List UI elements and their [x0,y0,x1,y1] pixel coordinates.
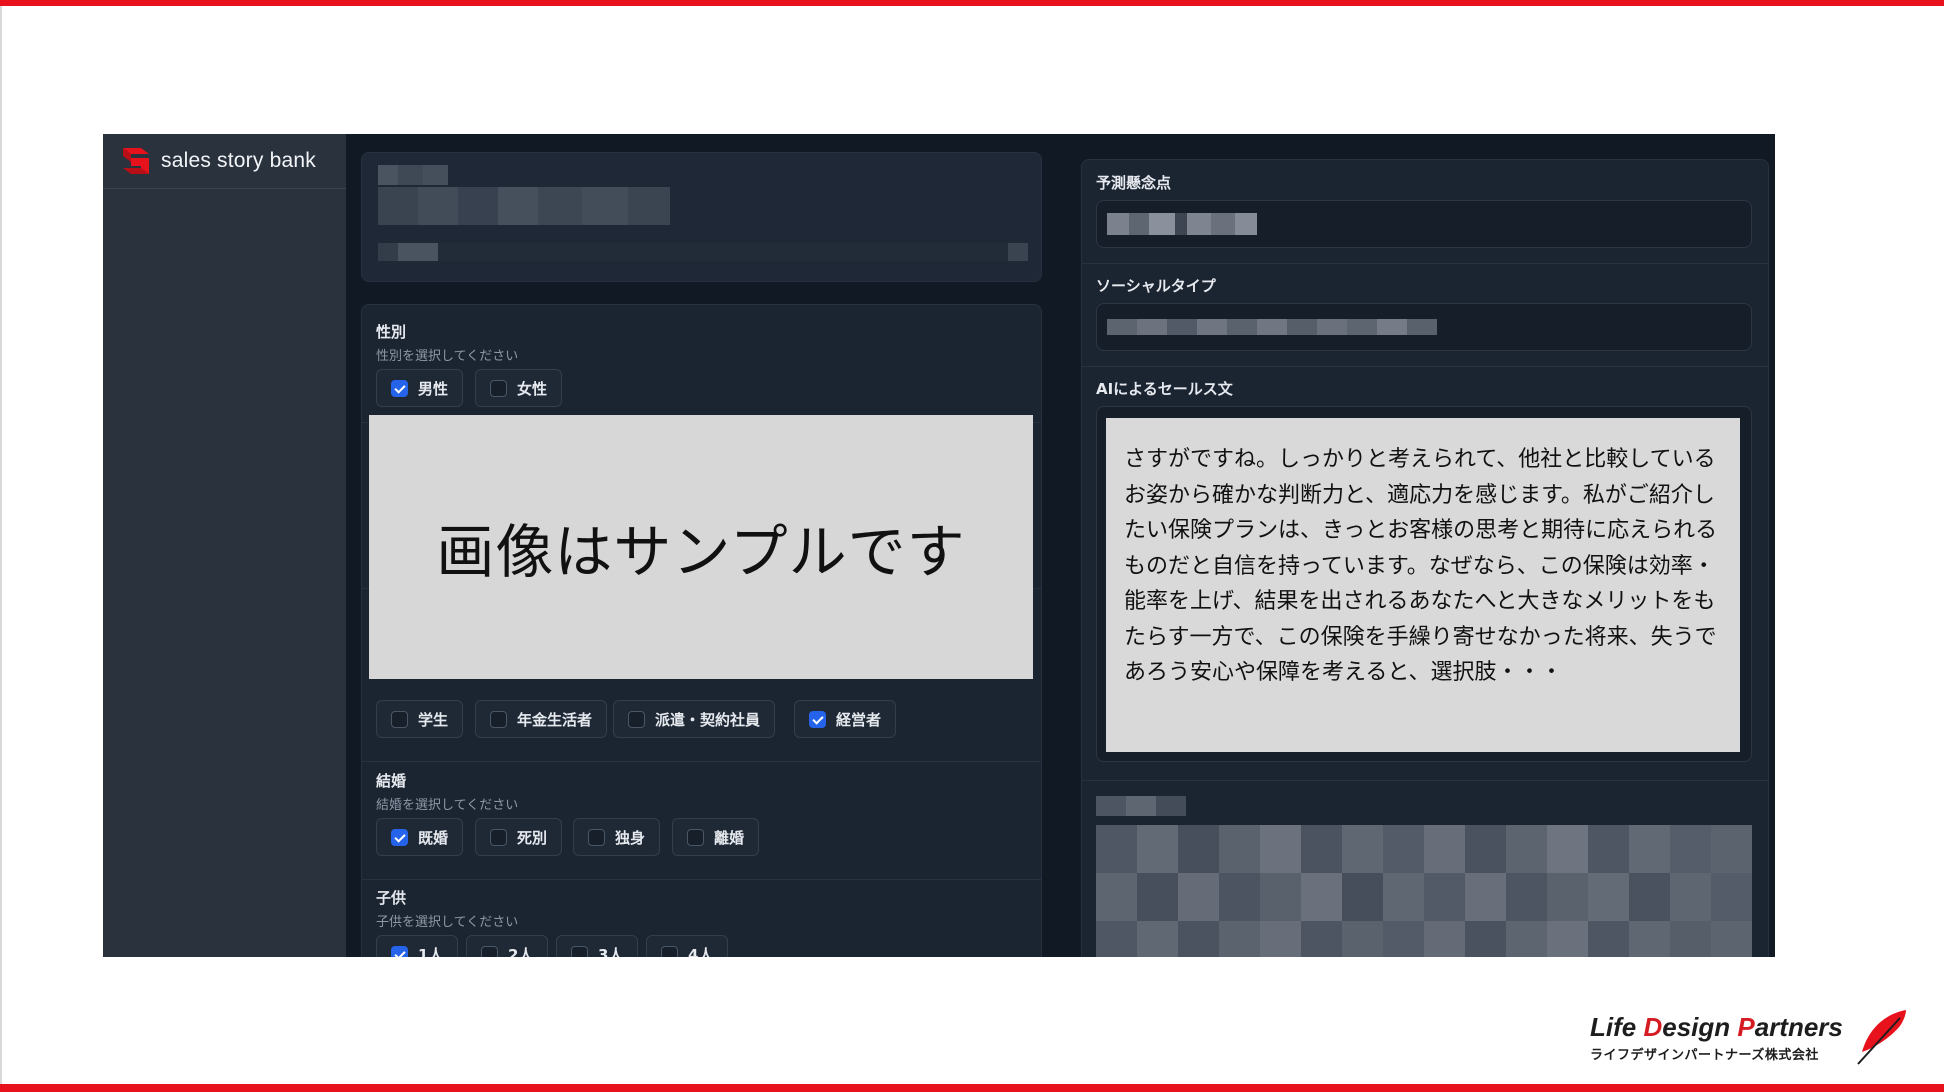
chip-label: 3人 [598,945,624,958]
sidebar: sales story bank [103,134,346,957]
gender-option-female[interactable]: 女性 [475,369,563,407]
checkbox-icon [391,710,408,728]
sales-text-label: AIによるセールス文 [1096,380,1233,398]
marriage-option-widowed[interactable]: 死別 [475,818,563,856]
sales-text-body: さすがですね。しっかりと考えられて、他社と比較しているお姿から確かな判断力と、適… [1124,447,1718,685]
chip-label: 派遣・契約社員 [655,710,761,729]
chip-label: 男性 [418,379,449,398]
section-divider [1082,366,1768,367]
checkbox-icon [661,945,678,957]
blurred-content [1096,921,1752,957]
chip-label: 経営者 [836,710,882,729]
blurred-content [1107,319,1437,335]
children-option-3[interactable]: 3人 [556,935,639,958]
company-logo: Life Design Partners ライフデザインパートナーズ株式会社 [1590,1008,1910,1068]
blurred-content [378,187,670,225]
children-option-1[interactable]: 1人 [376,935,459,958]
chip-label: 死別 [517,828,548,847]
checkbox-checked-icon [809,710,826,728]
social-type-label: ソーシャルタイプ [1096,277,1216,295]
gender-option-male[interactable]: 男性 [376,369,464,407]
marriage-title: 結婚 [376,772,407,790]
occupation-option-student[interactable]: 学生 [376,700,464,738]
slide-left-border [0,6,2,1084]
checkbox-checked-icon [391,379,408,397]
slide-bottom-bar [0,1084,1944,1092]
chip-label: 2人 [508,945,534,958]
blurred-content [378,165,448,185]
concern-field[interactable] [1096,200,1752,248]
checkbox-checked-icon [391,945,408,957]
chip-label: 年金生活者 [517,710,593,729]
blurred-content [1096,796,1186,816]
checkbox-icon [588,828,605,846]
checkbox-icon [687,828,704,846]
chip-label: 離婚 [714,828,745,847]
marriage-option-single[interactable]: 独身 [573,818,661,856]
sample-notice-text: 画像はサンプルです [436,518,966,586]
chip-label: 独身 [615,828,646,847]
checkbox-icon [490,379,507,397]
section-divider [1082,780,1768,781]
occupation-option-pensioner[interactable]: 年金生活者 [475,700,608,738]
checkbox-icon [481,945,498,957]
children-option-4[interactable]: 4人 [646,935,729,958]
company-name: Life Design Partners [1590,1012,1843,1042]
section-divider [362,761,1041,762]
checkbox-icon [490,710,507,728]
marriage-option-divorced[interactable]: 離婚 [672,818,760,856]
chip-label: 既婚 [418,828,449,847]
social-type-field[interactable] [1096,303,1752,351]
marriage-option-married[interactable]: 既婚 [376,818,464,856]
blurred-content [1107,213,1257,235]
blurred-content [1096,825,1752,873]
company-name-japanese: ライフデザインパートナーズ株式会社 [1590,1048,1819,1063]
chip-label: 1人 [418,945,444,958]
checkbox-icon [628,710,645,728]
checkbox-icon [571,945,588,957]
blurred-content [1096,873,1752,921]
concern-label: 予測懸念点 [1096,174,1172,192]
section-divider [362,879,1041,880]
sales-text-overlay: さすがですね。しっかりと考えられて、他社と比較しているお姿から確かな判断力と、適… [1106,418,1740,752]
slide-top-bar [0,0,1944,6]
brand-logo-icon [123,148,149,174]
section-divider [1082,263,1768,264]
feather-icon [1857,1010,1906,1065]
gender-title: 性別 [376,323,407,341]
gender-subtitle: 性別を選択してください [376,349,519,364]
chip-label: 女性 [517,379,548,398]
checkbox-checked-icon [391,828,408,846]
sample-notice-overlay: 画像はサンプルです [369,415,1033,679]
chip-label: 学生 [418,710,449,729]
brand-header[interactable]: sales story bank [103,134,346,189]
occupation-option-contract[interactable]: 派遣・契約社員 [613,700,776,738]
brand-name: sales story bank [161,149,316,172]
marriage-subtitle: 結婚を選択してください [376,798,519,813]
blurred-content [378,243,1028,261]
children-option-2[interactable]: 2人 [466,935,549,958]
chip-label: 4人 [688,945,714,958]
children-title: 子供 [376,889,407,907]
checkbox-icon [490,828,507,846]
occupation-option-executive[interactable]: 経営者 [794,700,897,738]
customer-header-card [361,152,1042,282]
children-subtitle: 子供を選択してください [376,915,519,930]
